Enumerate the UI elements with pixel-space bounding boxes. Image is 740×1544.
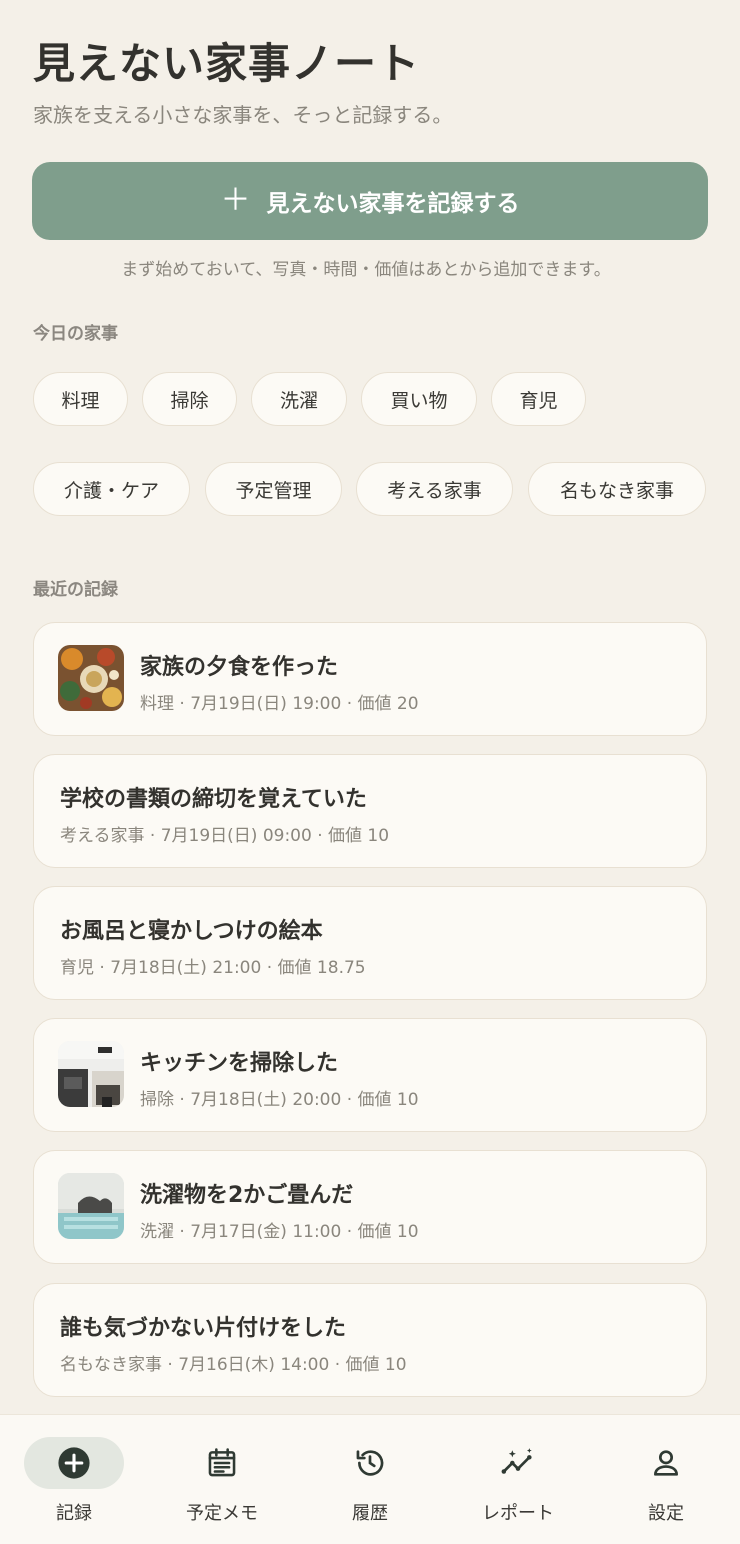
- laundry-photo-thumbnail: [58, 1173, 124, 1239]
- kitchen-photo-thumbnail: [58, 1041, 124, 1107]
- app-title: 見えない家事ノート: [33, 39, 421, 88]
- record-title: お風呂と寝かしつけの絵本: [60, 919, 323, 944]
- calendar-note-icon: [208, 1448, 236, 1477]
- record-meta: 名もなき家事 · 7月16日(木) 14:00 · 価値 10: [60, 1355, 407, 1375]
- bottom-nav: 記録 予定メモ 履歴 レポート 設定: [0, 1414, 740, 1544]
- nav-item-schedule-memo[interactable]: 予定メモ: [148, 1415, 296, 1544]
- record-card[interactable]: 学校の書類の締切を覚えていた 考える家事 · 7月19日(日) 09:00 · …: [33, 754, 707, 868]
- nav-item-record[interactable]: 記録: [0, 1415, 148, 1544]
- chip-nameless-chores[interactable]: 名もなき家事: [528, 462, 706, 516]
- nav-item-settings[interactable]: 設定: [592, 1415, 740, 1544]
- nav-label: 記録: [56, 1503, 92, 1524]
- add-circle-icon: [58, 1447, 90, 1479]
- today-section-label: 今日の家事: [33, 324, 118, 344]
- chip-thinking-chores[interactable]: 考える家事: [356, 462, 513, 516]
- chip-cooking[interactable]: 料理: [33, 372, 128, 426]
- nav-label: レポート: [482, 1503, 554, 1524]
- record-meta: 考える家事 · 7月19日(日) 09:00 · 価値 10: [60, 826, 390, 846]
- nav-label: 予定メモ: [186, 1503, 258, 1524]
- record-card[interactable]: 家族の夕食を作った 料理 · 7月19日(日) 19:00 · 価値 20: [33, 622, 707, 736]
- record-card[interactable]: キッチンを掃除した 掃除 · 7月18日(土) 20:00 · 価値 10: [33, 1018, 707, 1132]
- record-chore-button-label: 見えない家事を記録する: [266, 191, 520, 217]
- record-card[interactable]: お風呂と寝かしつけの絵本 育児 · 7月18日(土) 21:00 · 価値 18…: [33, 886, 707, 1000]
- nav-label: 履歴: [352, 1503, 388, 1524]
- record-title: 学校の書類の締切を覚えていた: [60, 787, 367, 812]
- record-meta: 料理 · 7月19日(日) 19:00 · 価値 20: [140, 694, 419, 714]
- nav-active-indicator: [24, 1437, 124, 1489]
- food-photo-thumbnail: [58, 645, 124, 711]
- chip-schedule[interactable]: 予定管理: [205, 462, 342, 516]
- chip-shopping[interactable]: 買い物: [361, 372, 477, 426]
- plus-icon: ＋: [220, 183, 251, 218]
- record-card[interactable]: 洗濯物を2かご畳んだ 洗濯 · 7月17日(金) 11:00 · 価値 10: [33, 1150, 707, 1264]
- recent-section-label: 最近の記録: [33, 580, 118, 600]
- record-chore-button[interactable]: ＋ 見えない家事を記録する: [32, 162, 708, 240]
- record-meta: 掃除 · 7月18日(土) 20:00 · 価値 10: [140, 1090, 419, 1110]
- app-screen: 見えない家事ノート 家族を支える小さな家事を、そっと記録する。 ＋ 見えない家事…: [0, 0, 740, 1544]
- nav-item-history[interactable]: 履歴: [296, 1415, 444, 1544]
- record-title: 誰も気づかない片付けをした: [60, 1316, 347, 1341]
- record-card[interactable]: 誰も気づかない片付けをした 名もなき家事 · 7月16日(木) 14:00 · …: [33, 1283, 707, 1397]
- nav-label: 設定: [648, 1503, 684, 1524]
- history-icon: [356, 1450, 384, 1476]
- record-title: 家族の夕食を作った: [140, 655, 339, 680]
- record-title: 洗濯物を2かご畳んだ: [140, 1183, 354, 1208]
- record-meta: 洗濯 · 7月17日(金) 11:00 · 価値 10: [140, 1222, 419, 1242]
- chip-nursing-care[interactable]: 介護・ケア: [33, 462, 190, 516]
- nav-item-report[interactable]: レポート: [444, 1415, 592, 1544]
- record-title: キッチンを掃除した: [140, 1051, 339, 1076]
- insights-icon: [501, 1448, 532, 1474]
- app-subtitle: 家族を支える小さな家事を、そっと記録する。: [33, 103, 453, 127]
- record-meta: 育児 · 7月18日(土) 21:00 · 価値 18.75: [60, 958, 366, 978]
- record-hint: まず始めておいて、写真・時間・価値はあとから追加できます。: [121, 260, 611, 280]
- chip-laundry[interactable]: 洗濯: [251, 372, 347, 426]
- chip-childcare[interactable]: 育児: [491, 372, 586, 426]
- person-icon: [654, 1450, 678, 1476]
- chip-cleaning[interactable]: 掃除: [142, 372, 237, 426]
